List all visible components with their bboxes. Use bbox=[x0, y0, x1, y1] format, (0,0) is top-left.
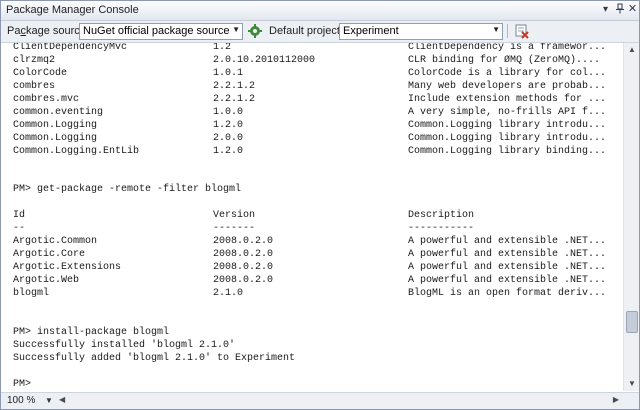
vertical-scrollbar[interactable]: ▲ ▼ bbox=[623, 43, 639, 391]
package-settings-icon[interactable] bbox=[247, 23, 263, 39]
scroll-down-icon[interactable]: ▼ bbox=[624, 377, 639, 391]
command-get-package: PM> get-package -remote -filter blogml bbox=[13, 184, 242, 195]
package-source-select[interactable]: NuGet official package source ▼ bbox=[79, 23, 243, 40]
title-bar: Package Manager Console ▾ ✕ bbox=[1, 1, 639, 21]
window-position-dropdown-icon[interactable]: ▾ bbox=[599, 3, 612, 16]
install-output-line: Successfully added 'blogml 2.1.0' to Exp… bbox=[13, 353, 296, 364]
close-icon[interactable]: ✕ bbox=[626, 3, 639, 16]
chevron-down-icon: ▼ bbox=[492, 25, 500, 34]
zoom-level[interactable]: 100 % bbox=[7, 395, 35, 406]
scroll-right-icon[interactable]: ▶ bbox=[613, 395, 619, 404]
command-install-package: PM> install-package blogml bbox=[13, 327, 170, 338]
scroll-thumb[interactable] bbox=[626, 311, 638, 333]
chevron-down-icon[interactable]: ▼ bbox=[45, 396, 53, 405]
toolbar-separator bbox=[507, 24, 508, 38]
package-source-label: Package source: bbox=[7, 25, 89, 37]
clear-console-icon[interactable] bbox=[514, 23, 530, 39]
horizontal-scrollbar[interactable]: ◀ ▶ bbox=[59, 395, 619, 407]
status-bar: 100 % ▼ ◀ ▶ bbox=[1, 392, 639, 409]
default-project-select[interactable]: Experiment ▼ bbox=[339, 23, 503, 40]
chevron-down-icon: ▼ bbox=[232, 25, 240, 34]
package-source-value: NuGet official package source bbox=[83, 25, 230, 37]
scroll-up-icon[interactable]: ▲ bbox=[624, 43, 639, 57]
console-toolbar: Package source: NuGet official package s… bbox=[1, 21, 639, 43]
console-prompt[interactable]: PM> bbox=[13, 378, 31, 391]
default-project-label: Default project: bbox=[269, 25, 343, 37]
default-project-value: Experiment bbox=[343, 25, 399, 37]
package-manager-console-window: Package Manager Console ▾ ✕ Package sour… bbox=[0, 0, 640, 410]
install-output-line: Successfully installed 'blogml 2.1.0' bbox=[13, 340, 236, 351]
window-title: Package Manager Console bbox=[6, 4, 139, 16]
auto-hide-pin-icon[interactable] bbox=[613, 3, 626, 16]
console-output[interactable]: ClientDependencyMvc 1.2 ClientDependency… bbox=[1, 43, 623, 391]
scroll-left-icon[interactable]: ◀ bbox=[59, 395, 65, 404]
